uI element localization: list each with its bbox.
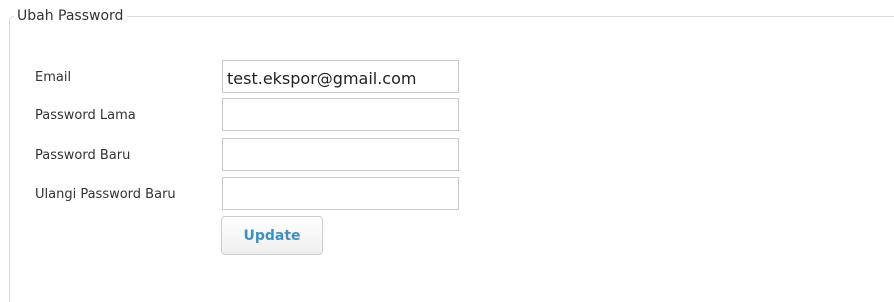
email-field[interactable] <box>222 60 459 93</box>
repeat-password-field[interactable] <box>222 177 459 210</box>
repeat-password-label: Ulangi Password Baru <box>35 187 176 202</box>
repeat-password-row: Ulangi Password Baru <box>33 177 473 210</box>
old-password-label: Password Lama <box>35 108 136 123</box>
old-password-field[interactable] <box>222 98 459 131</box>
update-button[interactable]: Update <box>221 216 323 255</box>
old-password-row: Password Lama <box>33 98 473 131</box>
email-row: Email <box>33 60 473 93</box>
new-password-label: Password Baru <box>35 148 131 163</box>
email-label: Email <box>35 70 72 85</box>
new-password-row: Password Baru <box>33 138 473 171</box>
new-password-field[interactable] <box>222 138 459 171</box>
fieldset-legend: Ubah Password <box>14 7 128 25</box>
